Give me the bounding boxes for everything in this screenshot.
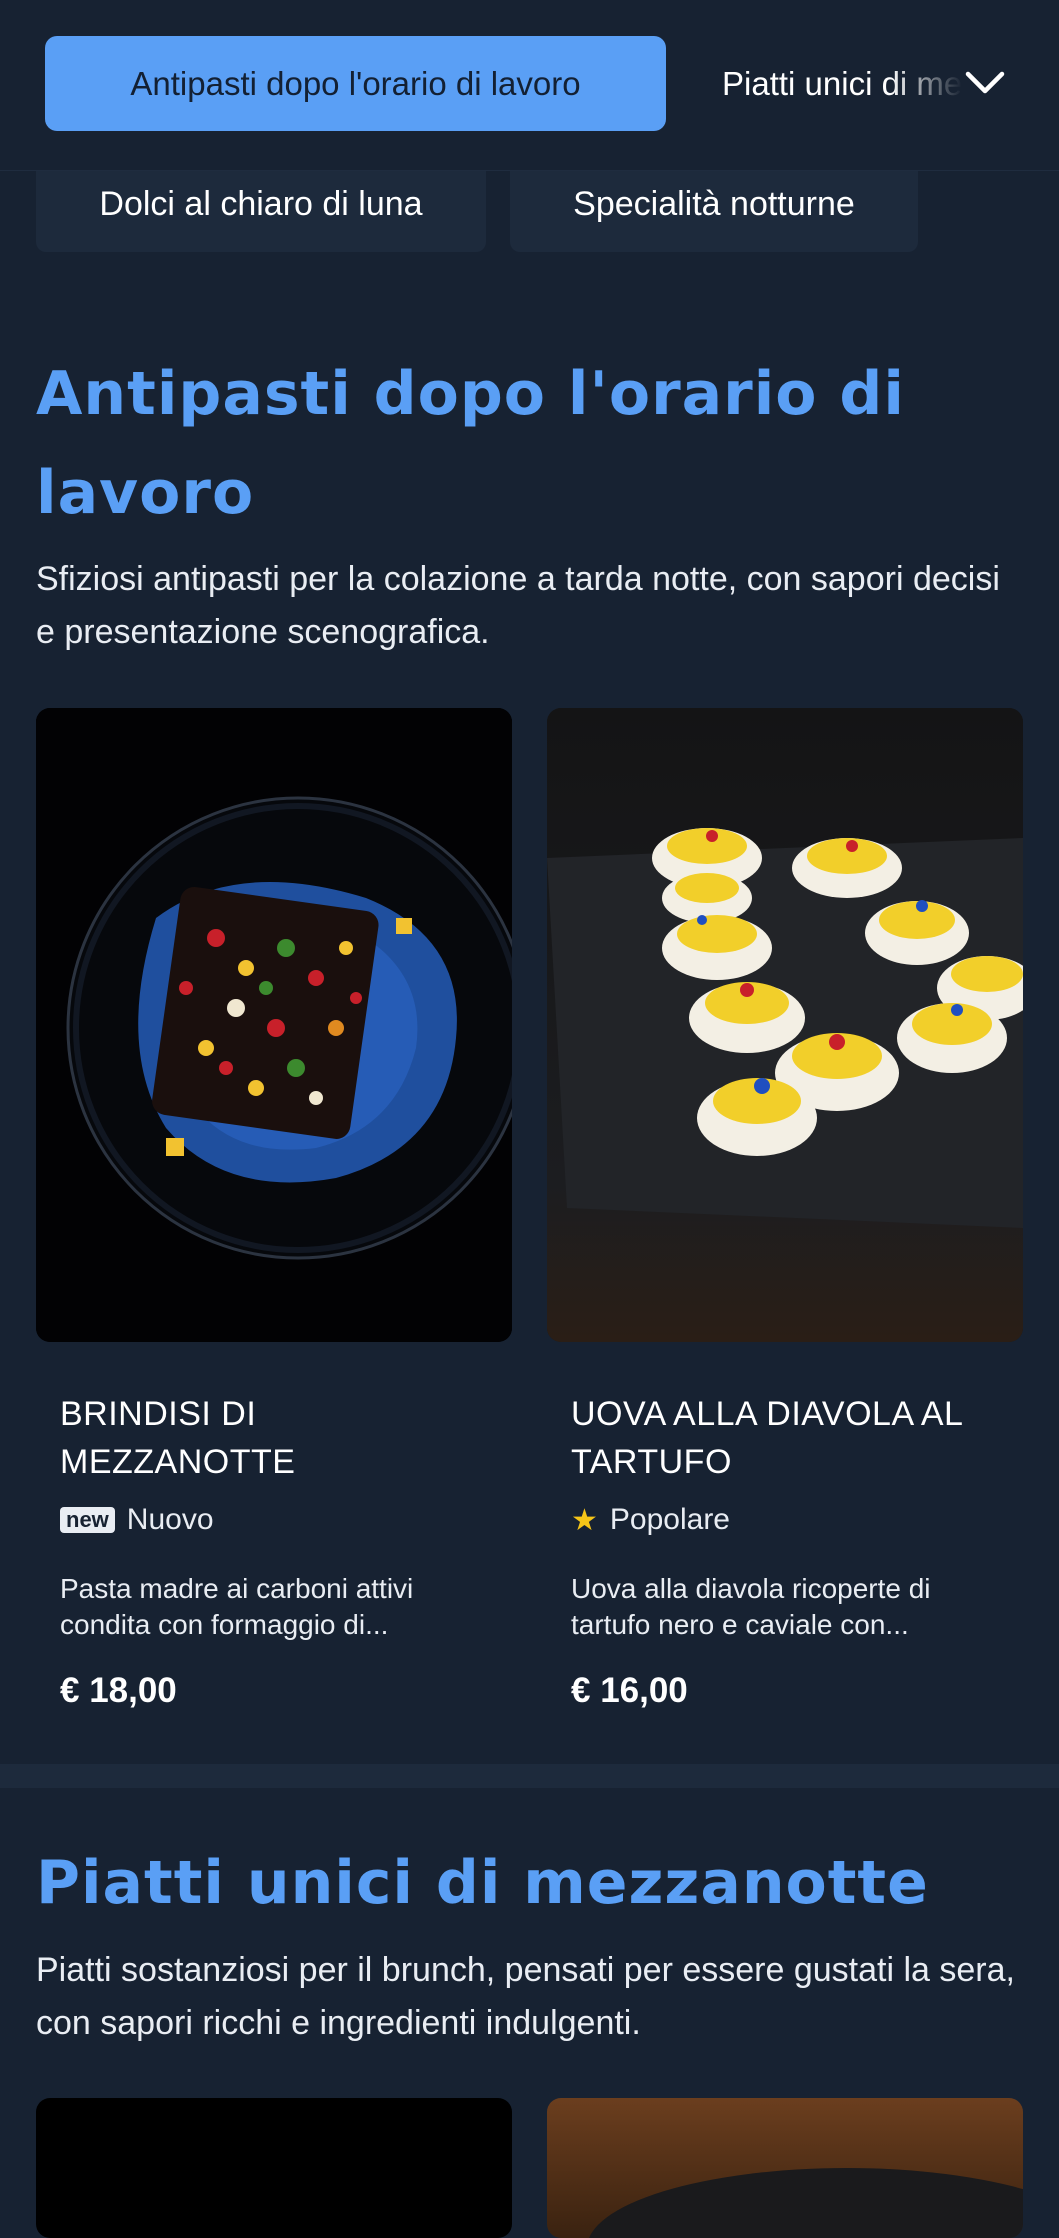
section-description: Sfiziosi antipasti per la colazione a ta… — [36, 560, 1000, 651]
dish-badge: new Nuovo — [60, 1500, 214, 1540]
category-bar: Antipasti dopo l'orario di lavoro Piatti… — [0, 0, 1059, 171]
dish-description: Uova alla diavola ricoperte di tartufo n… — [571, 1573, 931, 1640]
dish-image[interactable] — [547, 2098, 1023, 2238]
star-icon: ★ — [571, 1503, 598, 1537]
dish-price: € 18,00 — [60, 1671, 177, 1710]
tab-specialita[interactable]: Specialità notturne — [510, 167, 918, 252]
badge-label: Nuovo — [126, 1503, 214, 1536]
dish-name: BRINDISI DI MEZZANOTTE — [60, 1395, 296, 1481]
badge-label: Popolare — [609, 1503, 730, 1536]
dish-name: UOVA ALLA DIAVOLA AL TARTUFO — [571, 1395, 963, 1481]
chevron-down-icon[interactable] — [960, 58, 1010, 108]
section-divider — [0, 1764, 1059, 1788]
section-description: Piatti sostanziosi per il brunch, pensat… — [36, 1951, 1015, 2042]
dish-badge: ★ Popolare — [571, 1500, 730, 1540]
dish-image-uova[interactable] — [547, 708, 1023, 1342]
section-title: Antipasti dopo l'orario di lavoro — [36, 359, 905, 528]
tab-dolci[interactable]: Dolci al chiaro di luna — [36, 167, 486, 252]
tab-piatti-unici[interactable]: Piatti unici di mezzanotte — [722, 36, 962, 131]
bowl-illustration — [547, 2098, 1023, 2238]
toast-illustration — [36, 708, 512, 1342]
dish-description: Pasta madre ai carboni attivi condita co… — [60, 1573, 414, 1640]
dish-price: € 16,00 — [571, 1671, 688, 1710]
section-title: Piatti unici di mezzanotte — [36, 1848, 929, 1918]
eggs-illustration — [547, 708, 1023, 1342]
new-badge-icon: new — [60, 1507, 115, 1533]
dish-image-brindisi[interactable] — [36, 708, 512, 1342]
tab-antipasti[interactable]: Antipasti dopo l'orario di lavoro — [45, 36, 666, 131]
dish-image[interactable] — [36, 2098, 512, 2238]
